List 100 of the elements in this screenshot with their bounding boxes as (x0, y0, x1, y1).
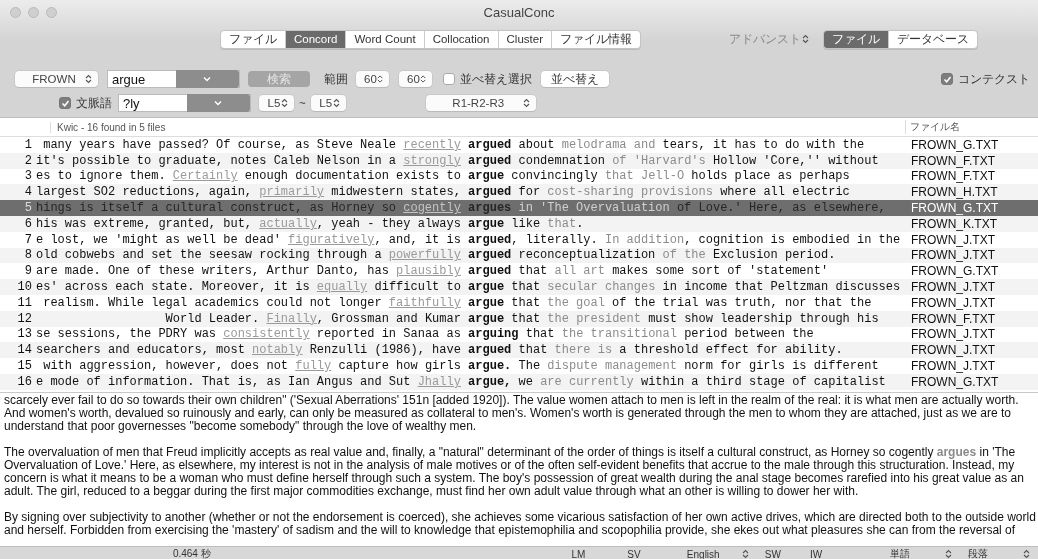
table-row[interactable]: 14 searchers and educators, most notably Renzulli (1986), have argued that there is a threshold effect for ability. FROWN_J.TXT (0, 342, 1038, 359)
updown-icon (376, 74, 383, 84)
updown-icon (332, 98, 340, 108)
sort-button[interactable]: 並べ替え (541, 71, 609, 87)
updown-icon (419, 74, 426, 84)
file-name-cell-text: FROWN_J.TXT (910, 232, 995, 247)
chevron-icon (203, 76, 212, 82)
concordance-line: largest SO2 reductions, again, primarily midwestern states, argued for cost-sharing provisions where all electric (36, 185, 851, 200)
concordance-line: old cobwebs and set the seesaw rocking through a powerfully argued reconceptualization of the Exclusion period. (36, 248, 837, 263)
table-row[interactable]: 3 es to ignore them. Certainly enough documentation exists to argue convincingly that Jell-O holds place as perhaps FROWN_F.TXT (0, 168, 1038, 185)
status-label[interactable]: LM (571, 548, 586, 559)
tab[interactable]: ファイル (824, 30, 888, 48)
tab[interactable]: Cluster (497, 30, 551, 48)
updown-icon (85, 74, 92, 84)
file-name-cell-text: FROWN_J.TXT (910, 327, 995, 342)
status-label[interactable]: SW (764, 548, 781, 559)
table-row[interactable]: 15 with aggression, however, does not fully capture how girls argue. The dispute management norm for girls is different FROWN_J.TXT (0, 358, 1038, 374)
line-number: 16 (16, 374, 33, 389)
checkbox[interactable] (443, 73, 455, 85)
table-row[interactable]: 16 e mode of information. That is, as Ian Angus and Sut Jhally argue, we are currently within a third stage of capitalist FROWN_G.TXT (0, 373, 1038, 390)
concordance-line: realism. While legal academics could not longer faithfully argue that the goal of the trial was truth, nor that the (42, 295, 873, 310)
line-number: 9 (23, 264, 33, 279)
table-row[interactable]: 8 old cobwebs and set the seesaw rocking through a powerfully argued reconceptualization of the Exclusion period. FROWN_J.TXT (0, 247, 1038, 264)
status-popup[interactable]: 段落 (968, 547, 1030, 559)
tab[interactable]: データベース (888, 30, 977, 48)
line-number: 13 (16, 327, 33, 342)
file-name-cell-text: FROWN_J.TXT (910, 248, 995, 263)
file-name-cell-text: FROWN_J.TXT (910, 359, 995, 374)
line-number: 1 (23, 137, 33, 152)
concordance-line: e mode of information. That is, as Ian Angus and Sut Jhally argue, we are currently within a third stage of capitalist (36, 374, 887, 389)
file-name-cell-text: FROWN_F.TXT (910, 311, 995, 326)
concordance-line: his was extreme, granted, but, actually, yeah - they always argue like that. (36, 216, 585, 231)
line-number: 10 (16, 280, 33, 295)
elapsed-time: 0.464 秒 (172, 547, 211, 559)
file-name-cell-text: FROWN_G.TXT (910, 264, 999, 279)
status-popup[interactable]: English (686, 548, 749, 559)
tab[interactable]: Concord (285, 30, 346, 48)
zoom-button[interactable] (46, 6, 57, 18)
collocate-field[interactable]: ?ly (118, 94, 251, 112)
tab[interactable]: Word Count (345, 30, 424, 48)
checkbox-label: 文脈語 (76, 95, 112, 111)
table-row[interactable]: 4 largest SO2 reductions, again, primarily midwestern states, argued for cost-sharing provisions where all electric FROWN_H.TXT (0, 184, 1038, 201)
table-row[interactable]: 2 it's possible to graduate, notes Caleb Nelson in a strongly argued condemnation of 'Harvard's Hollow 'Core,'' without FROWN_F.TXT (0, 152, 1038, 169)
file-name-cell-text: FROWN_G.TXT (910, 137, 999, 152)
concordance-line: es to ignore them. Certainly enough documentation exists to argue convincingly that Jell-O holds place as perhaps (36, 169, 851, 184)
minimize-button[interactable] (28, 6, 39, 18)
line-number: 3 (23, 169, 33, 184)
updown-icon (945, 549, 952, 559)
line-number: 11 (16, 295, 33, 310)
span-left-popup[interactable]: 60 (356, 71, 389, 87)
line-number: 4 (23, 185, 33, 200)
updown-icon (281, 98, 288, 108)
chevron-icon (214, 100, 223, 106)
table-row[interactable]: 11 realism. While legal academics could not longer faithfully argue that the goal of the trial was truth, nor that the FROWN_J.TXT (0, 294, 1038, 311)
range-to-popup[interactable]: L5 (310, 95, 346, 111)
span-label: 範囲 (324, 71, 348, 87)
concordance-line: searchers and educators, most notably Renzulli (1986), have argued that there is a threshold effect for ability. (36, 343, 844, 358)
concordance-line: are made. One of these writers, Arthur Danto, has plausibly argued that all art makes some sort of 'statement' (36, 264, 830, 279)
tab[interactable]: ファイル情報 (550, 30, 640, 48)
line-number: 15 (16, 359, 33, 374)
table-row[interactable]: 9 are made. One of these writers, Arthur Danto, has plausibly argued that all art makes some sort of 'statement' FROWN_G.TXT (0, 263, 1038, 280)
table-row[interactable]: 5 hings is itself a cultural construct, as Horney so cogently argues in 'The Overvaluation of Love.' Here, as elsewhere, FROWN_G.TXT (0, 200, 1038, 216)
file-name-cell-text: FROWN_F.TXT (910, 153, 995, 168)
concordance-line: World Leader. Finally, Grossman and Kumar argue that the president must show leadership through his (164, 311, 880, 326)
concordance-line: es' across each state. Moreover, it is equally difficult to argue that secular changes in income that Peltzman discusses (36, 280, 902, 295)
tab[interactable]: Collocation (423, 30, 498, 48)
tab[interactable]: ファイル (221, 30, 285, 48)
line-number: 5 (23, 201, 33, 216)
checkbox[interactable] (59, 97, 71, 109)
line-number: 8 (23, 248, 33, 263)
file-name-cell-text: FROWN_J.TXT (910, 343, 995, 358)
updown-icon (522, 98, 530, 108)
file-name-cell-text: FROWN_K.TXT (910, 216, 997, 231)
range-from-popup[interactable]: L5 (259, 95, 294, 111)
line-number: 14 (16, 343, 33, 358)
line-number: 7 (23, 232, 33, 247)
file-name-cell-text: FROWN_F.TXT (910, 169, 995, 184)
checkbox-label: 並べ替え選択 (460, 71, 532, 87)
paragraph: scarcely ever fail to do so towards their own children" ('Sexual Aberrations' 151n [added 1920]). The value women attach to men is left in the realm of the real: it is what men are actually worth. And women's worth, devalued so ruinously and early, can only be measured as collateral to men's. Women's worth is generated through the men to whom they are attached, just as we are to understand that poor governesses "become somebody" through the love of wealthy men. (4, 394, 1020, 433)
paragraph: By signing over subjectivity to another (whether or not the endorsement is coerced), she achieves some vicarious satisfaction of her own active drives, which are directed both to the outside world and herself. Forbidden from exercising the 'mastery' of sadism and the will to knowledge that epistemophilia and scopophilia provide, she ekes out what pleasures she can from the reversal of (4, 511, 1037, 537)
table-row[interactable]: 1 many years have passed? Of course, as Steve Neale recently argued about melodrama and tears, it has to do with the FROWN_G.TXT (0, 137, 1038, 153)
table-row[interactable]: 12 World Leader. Finally, Grossman and Kumar argue that the president must show leadership through his FROWN_F.TXT (0, 310, 1038, 327)
column-header[interactable]: Kwic - 16 found in 5 files (50, 121, 166, 133)
search-field[interactable]: argue (107, 70, 240, 88)
status-label[interactable]: IW (809, 548, 823, 559)
status-label[interactable]: SV (627, 548, 641, 559)
concordance-line: se sessions, the PDRY was consistently reported in Sanaa as arguing that the transitional period between the (36, 327, 815, 342)
span-right-popup[interactable]: 60 (399, 71, 432, 87)
table-row[interactable]: 7 e lost, we 'might as well be dead' figuratively, and, it is argued, literally. In addition, cognition is embodied in the FROWN_J.TXT (0, 231, 1038, 248)
column-header[interactable]: ファイル名 (910, 121, 960, 132)
table-row[interactable]: 13 se sessions, the PDRY was consistently reported in Sanaa as arguing that the transitional period between the FROWN_J.TXT (0, 326, 1038, 343)
file-name-cell-text: FROWN_J.TXT (910, 295, 995, 310)
close-button[interactable] (10, 6, 21, 18)
corpus-popup[interactable]: FROWN (15, 71, 98, 87)
concordance-line: with aggression, however, does not fully capture how girls argue. The dispute management norm for girls is different (42, 359, 880, 374)
sort-order-popup[interactable]: R1-R2-R3 (425, 95, 536, 111)
status-popup[interactable]: 単語 (890, 547, 952, 559)
concordance-line: it's possible to graduate, notes Caleb Nelson in a strongly argued condemnation of 'Harvard's Hollow 'Core,'' without (36, 153, 880, 168)
checkbox[interactable] (941, 73, 953, 85)
table-row[interactable]: 10 es' across each state. Moreover, it is equally difficult to argue that secular changes in income that Peltzman discusses FROWN_J.TXT (0, 279, 1038, 295)
